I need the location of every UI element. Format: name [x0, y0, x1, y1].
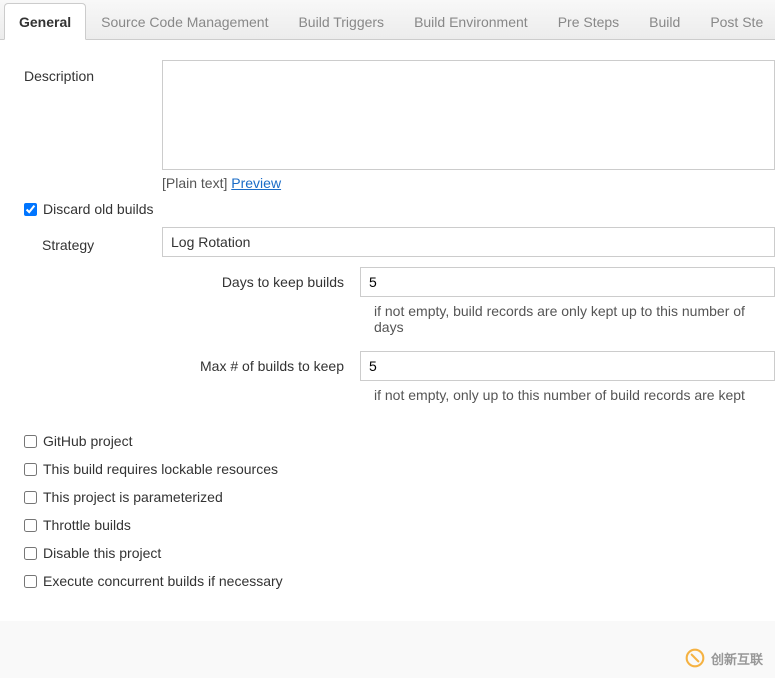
strategy-value: Log Rotation: [171, 234, 250, 250]
tab-general[interactable]: General: [4, 3, 86, 40]
strategy-select[interactable]: Log Rotation: [162, 227, 775, 257]
disable-project-row: Disable this project: [24, 545, 775, 561]
tab-build-environment[interactable]: Build Environment: [399, 3, 543, 39]
throttle-builds-row: Throttle builds: [24, 517, 775, 533]
days-to-keep-input[interactable]: [360, 267, 775, 297]
options-list: GitHub project This build requires locka…: [24, 433, 775, 589]
parameterized-row: This project is parameterized: [24, 489, 775, 505]
description-row: Description [Plain text] Preview: [24, 60, 775, 191]
tab-build-triggers[interactable]: Build Triggers: [283, 3, 399, 39]
github-project-checkbox[interactable]: [24, 435, 37, 448]
strategy-row: Strategy Log Rotation: [42, 227, 775, 257]
parameterized-label: This project is parameterized: [43, 489, 223, 505]
throttle-builds-checkbox[interactable]: [24, 519, 37, 532]
description-mode-row: [Plain text] Preview: [162, 175, 775, 191]
disable-project-checkbox[interactable]: [24, 547, 37, 560]
max-builds-label: Max # of builds to keep: [192, 358, 360, 374]
plain-text-label: [Plain text]: [162, 175, 227, 191]
general-form: Description [Plain text] Preview Discard…: [0, 40, 775, 621]
watermark-text: 创新互联: [711, 649, 763, 668]
days-to-keep-row: Days to keep builds: [192, 267, 775, 297]
lockable-resources-row: This build requires lockable resources: [24, 461, 775, 477]
parameterized-checkbox[interactable]: [24, 491, 37, 504]
github-project-row: GitHub project: [24, 433, 775, 449]
tab-build[interactable]: Build: [634, 3, 695, 39]
github-project-label: GitHub project: [43, 433, 132, 449]
preview-link[interactable]: Preview: [231, 175, 281, 191]
max-builds-help: if not empty, only up to this number of …: [374, 387, 775, 403]
lockable-resources-label: This build requires lockable resources: [43, 461, 278, 477]
concurrent-builds-checkbox[interactable]: [24, 575, 37, 588]
description-input[interactable]: [162, 60, 775, 170]
max-builds-row: Max # of builds to keep: [192, 351, 775, 381]
discard-old-builds-label: Discard old builds: [43, 201, 154, 217]
watermark: 创新互联: [685, 648, 763, 668]
days-to-keep-label: Days to keep builds: [192, 274, 360, 290]
tab-scm[interactable]: Source Code Management: [86, 3, 283, 39]
strategy-label: Strategy: [42, 231, 162, 253]
watermark-icon: [685, 648, 705, 668]
disable-project-label: Disable this project: [43, 545, 161, 561]
throttle-builds-label: Throttle builds: [43, 517, 131, 533]
lockable-resources-checkbox[interactable]: [24, 463, 37, 476]
tab-post-steps[interactable]: Post Ste: [695, 3, 775, 39]
discard-old-builds-row: Discard old builds: [24, 201, 775, 217]
days-to-keep-help: if not empty, build records are only kep…: [374, 303, 775, 335]
tab-pre-steps[interactable]: Pre Steps: [543, 3, 634, 39]
tabs-bar: General Source Code Management Build Tri…: [0, 0, 775, 40]
concurrent-builds-row: Execute concurrent builds if necessary: [24, 573, 775, 589]
description-label: Description: [24, 60, 162, 84]
discard-old-builds-checkbox[interactable]: [24, 203, 37, 216]
concurrent-builds-label: Execute concurrent builds if necessary: [43, 573, 283, 589]
max-builds-input[interactable]: [360, 351, 775, 381]
